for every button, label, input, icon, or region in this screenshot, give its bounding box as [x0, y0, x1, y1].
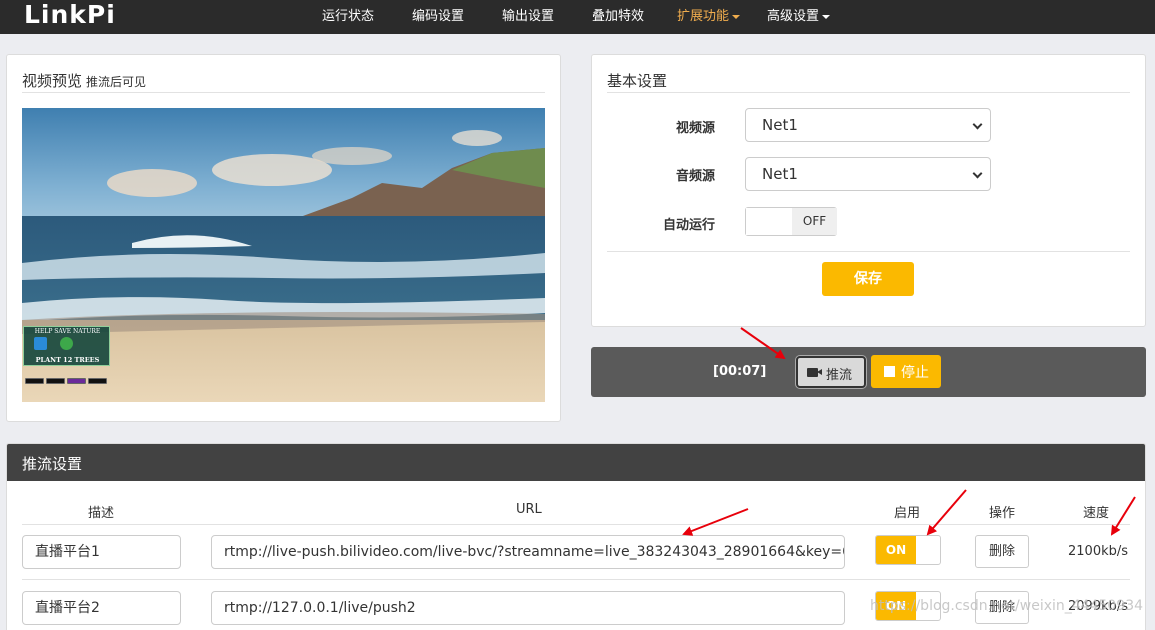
row2-url-input[interactable]: rtmp://127.0.0.1/live/push2: [211, 591, 845, 625]
nav-item-advanced-label: 高级设置: [767, 9, 820, 24]
nature-badge: HELP SAVE NATURE PLANT 12 TREES: [23, 326, 110, 366]
tree-icon: [60, 337, 73, 350]
save-button[interactable]: 保存: [822, 262, 914, 296]
row1-enable-state: ON: [876, 536, 916, 564]
watermark: https://blog.csdn.net/weixin_44450934: [870, 598, 1144, 614]
divider: [22, 524, 1130, 525]
column-header-action: 操作: [989, 506, 1016, 521]
badge-line1: HELP SAVE NATURE: [34, 328, 101, 335]
row1-desc-input[interactable]: 直播平台1: [22, 535, 181, 569]
column-header-enable: 启用: [894, 506, 921, 521]
divider: [22, 579, 1130, 580]
divider: [22, 92, 545, 93]
audio-source-label: 音频源: [676, 169, 716, 184]
top-navbar: LinkPi 运行状态 编码设置 输出设置 叠加特效 扩展功能 高级设置: [0, 0, 1155, 34]
preview-title: 视频预览 推流后可见: [22, 70, 146, 91]
nav-item-output[interactable]: 输出设置: [502, 0, 554, 34]
row1-url-input[interactable]: rtmp://live-push.bilivideo.com/live-bvc/…: [211, 535, 845, 569]
basic-settings-title: 基本设置: [607, 72, 668, 90]
video-camera-icon: [807, 368, 822, 377]
toggle-knob: [746, 208, 792, 235]
preview-subtitle: 推流后可见: [86, 75, 147, 89]
badge-line2: PLANT 12 TREES: [35, 356, 100, 364]
column-header-url: URL: [516, 502, 542, 517]
stream-settings-header: 推流设置: [7, 444, 1145, 481]
divider: [607, 92, 1130, 93]
push-button[interactable]: 推流: [796, 356, 866, 388]
stop-icon: [884, 366, 895, 377]
chevron-down-icon: [822, 14, 831, 19]
nav-item-status[interactable]: 运行状态: [322, 0, 374, 34]
video-preview: HELP SAVE NATURE PLANT 12 TREES: [22, 108, 545, 402]
stream-settings-title: 推流设置: [22, 455, 83, 473]
video-source-value: Net1: [762, 116, 798, 134]
row1-delete-button[interactable]: 删除: [975, 535, 1029, 568]
chevron-down-icon: [972, 119, 983, 130]
divider: [607, 251, 1130, 252]
nav-item-extensions-label: 扩展功能: [677, 9, 730, 24]
video-source-select[interactable]: Net1: [745, 108, 991, 142]
row1-enable-toggle[interactable]: ON: [875, 535, 941, 565]
app-logo[interactable]: LinkPi: [24, 0, 116, 30]
chevron-down-icon: [972, 168, 983, 179]
store-badges: [25, 373, 109, 384]
autorun-toggle[interactable]: OFF: [745, 207, 837, 236]
nav-item-encode[interactable]: 编码设置: [412, 0, 464, 34]
push-button-label: 推流: [826, 368, 853, 383]
nav-item-advanced[interactable]: 高级设置: [767, 0, 831, 34]
stop-button-label: 停止: [901, 365, 929, 381]
row1-speed: 2100kb/s: [1068, 544, 1129, 559]
stream-timer: [00:07]: [713, 364, 767, 379]
row2-desc-input[interactable]: 直播平台2: [22, 591, 181, 625]
column-header-desc: 描述: [88, 506, 115, 521]
chevron-down-icon: [732, 14, 741, 19]
video-source-label: 视频源: [676, 121, 716, 136]
autorun-label: 自动运行: [663, 218, 716, 233]
nav-item-overlay[interactable]: 叠加特效: [592, 0, 644, 34]
preview-title-text: 视频预览: [22, 72, 83, 90]
nav-item-extensions[interactable]: 扩展功能: [677, 0, 741, 34]
app-icon: [34, 337, 47, 350]
stream-control-bar: [591, 347, 1146, 397]
column-header-speed: 速度: [1083, 506, 1110, 521]
stop-button[interactable]: 停止: [871, 355, 941, 388]
audio-source-select[interactable]: Net1: [745, 157, 991, 191]
audio-source-value: Net1: [762, 165, 798, 183]
autorun-state: OFF: [792, 208, 837, 235]
